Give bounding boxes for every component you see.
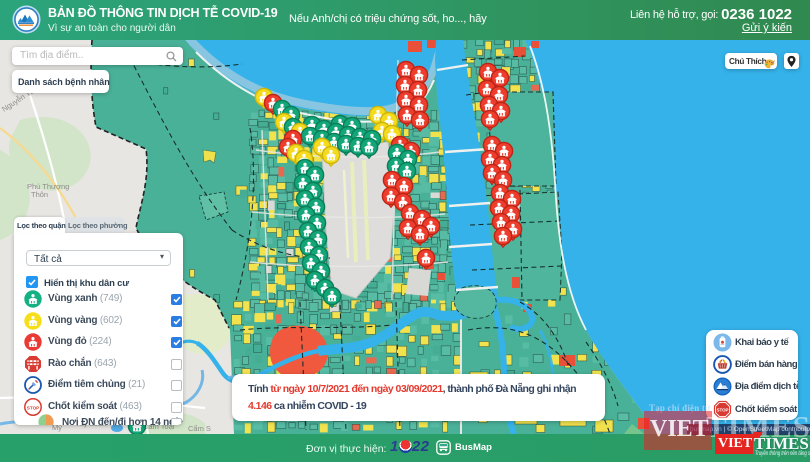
svg-text:Thôn: Thôn: [31, 190, 48, 199]
svg-text:STOP: STOP: [717, 407, 729, 412]
svg-text:STOP: STOP: [27, 405, 39, 410]
svg-text:Cẩm S: Cẩm S: [188, 424, 211, 433]
